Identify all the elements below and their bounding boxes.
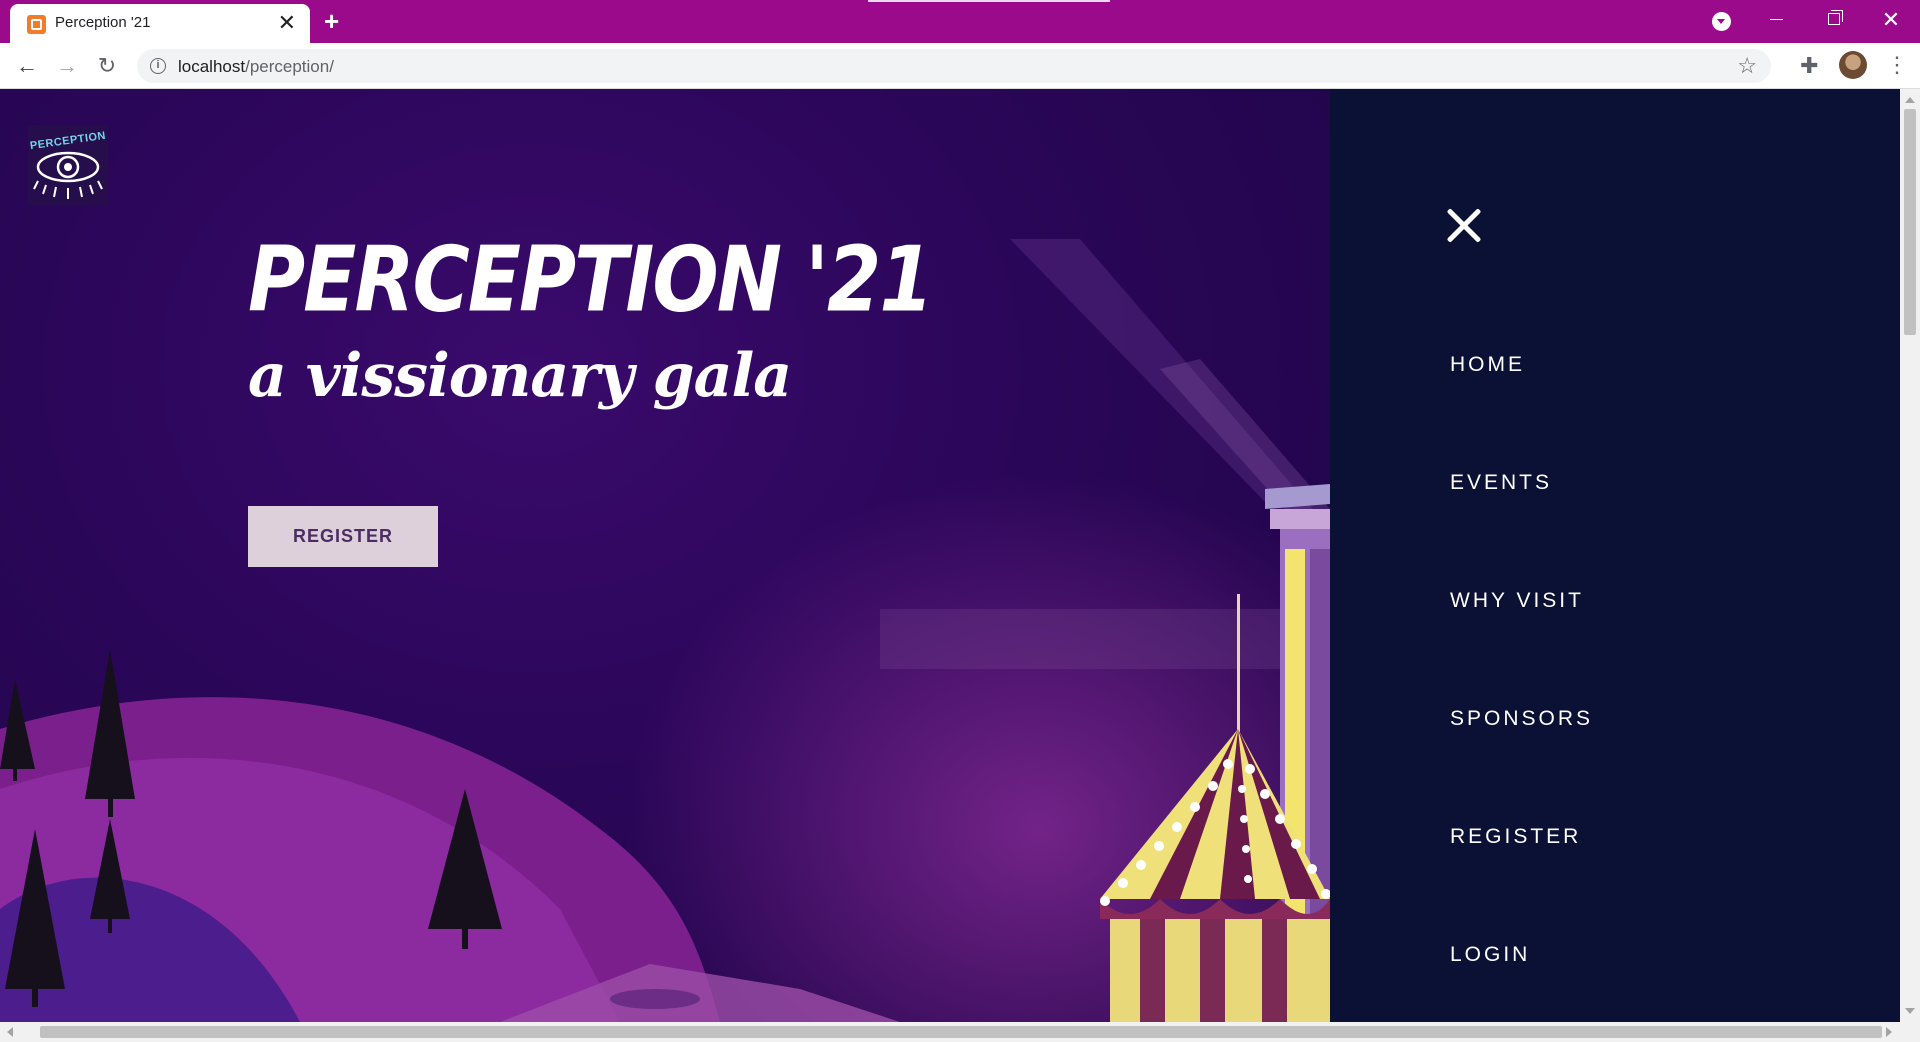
extensions-puzzle-icon[interactable]: ✚ bbox=[1800, 53, 1818, 79]
restore-icon bbox=[1828, 10, 1843, 25]
flag-pole bbox=[1237, 594, 1240, 734]
scroll-right-arrow-icon[interactable] bbox=[1886, 1027, 1892, 1037]
favicon-icon bbox=[27, 15, 46, 34]
nav-item-sponsors[interactable]: SPONSORS bbox=[1450, 707, 1593, 731]
url-text[interactable]: localhost/perception/ bbox=[178, 57, 334, 77]
horizontal-scrollbar[interactable] bbox=[0, 1022, 1920, 1042]
site-info-icon[interactable]: i bbox=[150, 58, 166, 74]
side-navigation: HOME EVENTS WHY VISIT SPONSORS REGISTER … bbox=[1330, 89, 1900, 1022]
vertical-scroll-thumb[interactable] bbox=[1904, 109, 1916, 335]
tab-search-icon[interactable] bbox=[1712, 12, 1731, 31]
url-path: /perception/ bbox=[245, 57, 334, 76]
back-arrow-icon[interactable]: ← bbox=[14, 53, 40, 79]
nav-item-login[interactable]: LOGIN bbox=[1450, 943, 1530, 967]
minimize-button[interactable] bbox=[1752, 4, 1802, 36]
register-button[interactable]: REGISTER bbox=[248, 506, 438, 567]
address-bar[interactable]: i localhost/perception/ ☆ bbox=[137, 49, 1771, 83]
page-viewport: PERCEPTION PERCEPTION '21 a vissionary g… bbox=[0, 89, 1900, 1022]
nav-item-register[interactable]: REGISTER bbox=[1450, 825, 1581, 849]
vertical-scrollbar[interactable] bbox=[1900, 89, 1920, 1022]
horizontal-scroll-thumb[interactable] bbox=[40, 1026, 1882, 1038]
profile-avatar[interactable] bbox=[1839, 51, 1867, 79]
browser-tab-bar: Perception '21 ✕ + ✕ bbox=[0, 0, 1920, 43]
new-tab-button[interactable]: + bbox=[324, 6, 339, 36]
nav-item-why-visit[interactable]: WHY VISIT bbox=[1450, 589, 1584, 613]
url-host: localhost bbox=[178, 57, 246, 76]
scroll-left-arrow-icon[interactable] bbox=[7, 1027, 13, 1037]
bookmark-star-icon[interactable]: ☆ bbox=[1737, 53, 1757, 79]
forward-arrow-icon[interactable]: → bbox=[54, 53, 80, 79]
hero-section: PERCEPTION PERCEPTION '21 a vissionary g… bbox=[0, 89, 1330, 1022]
window-close-button[interactable]: ✕ bbox=[1866, 4, 1916, 36]
scroll-down-arrow-icon[interactable] bbox=[1905, 1008, 1915, 1014]
close-icon[interactable] bbox=[1432, 195, 1492, 255]
hero-subtitle: a vissionary gala bbox=[248, 341, 792, 411]
plaza-shadow bbox=[610, 989, 700, 1009]
nav-item-home[interactable]: HOME bbox=[1450, 353, 1525, 377]
tab-close-icon[interactable]: ✕ bbox=[278, 10, 296, 36]
scroll-up-arrow-icon[interactable] bbox=[1905, 97, 1915, 103]
browser-toolbar: ← → ↻ i localhost/perception/ ☆ ✚ ⋮ bbox=[0, 43, 1920, 89]
tab-title: Perception '21 bbox=[55, 14, 151, 31]
minimize-icon bbox=[1770, 19, 1783, 20]
hero-title: PERCEPTION '21 bbox=[248, 229, 934, 333]
reload-icon[interactable]: ↻ bbox=[94, 53, 120, 79]
light-beam-middle bbox=[880, 609, 1330, 669]
tab-strip-indicator bbox=[868, 0, 1110, 2]
browser-tab[interactable]: Perception '21 ✕ bbox=[10, 4, 310, 43]
nav-item-events[interactable]: EVENTS bbox=[1450, 471, 1552, 495]
browser-menu-icon[interactable]: ⋮ bbox=[1886, 52, 1908, 78]
